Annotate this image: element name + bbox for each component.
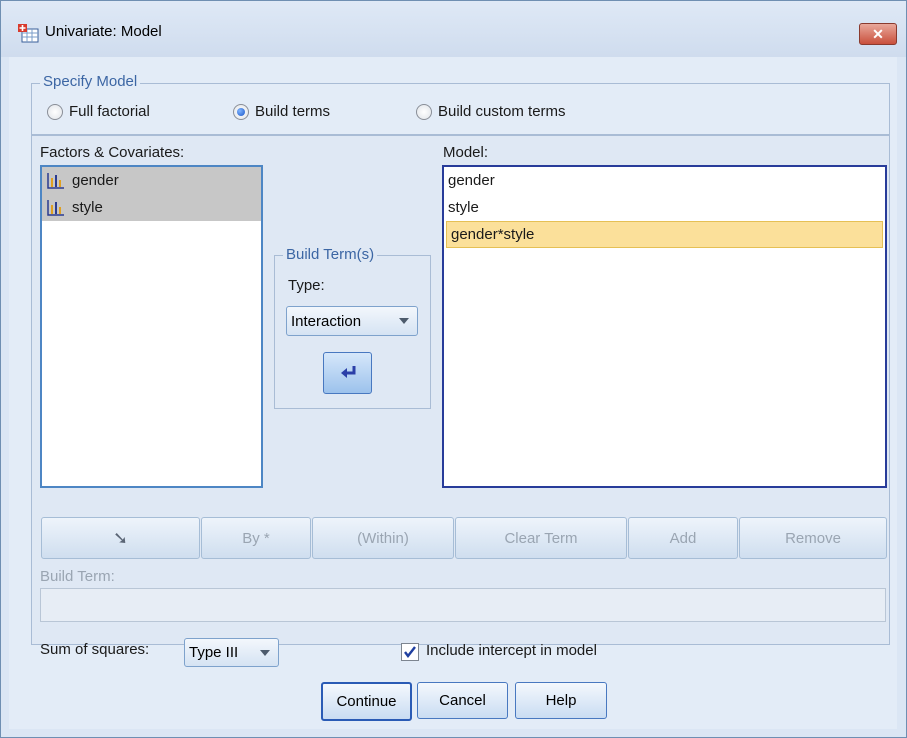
- build-term-label: Build Term:: [40, 568, 115, 585]
- include-intercept-label: Include intercept in model: [426, 642, 597, 659]
- radio-build-custom-terms-indicator: [416, 103, 432, 120]
- add-to-model-button[interactable]: [323, 352, 372, 394]
- factor-item-label: style: [72, 199, 103, 216]
- remove-button[interactable]: Remove: [739, 517, 887, 559]
- factors-list[interactable]: gender style: [40, 165, 263, 488]
- nominal-variable-icon: [47, 199, 64, 216]
- model-item-label: style: [448, 199, 479, 216]
- by-button[interactable]: By *: [201, 517, 311, 559]
- include-intercept-checkbox[interactable]: [401, 643, 419, 661]
- sum-of-squares-label: Sum of squares:: [40, 641, 150, 658]
- within-button[interactable]: (Within): [312, 517, 454, 559]
- list-item[interactable]: gender*style: [446, 221, 883, 248]
- radio-full-factorial[interactable]: Full factorial: [47, 103, 150, 120]
- checkmark-icon: [404, 646, 416, 658]
- model-list[interactable]: gender style gender*style: [442, 165, 887, 488]
- add-button-label: Add: [669, 529, 697, 547]
- type-dropdown[interactable]: Interaction: [286, 306, 418, 336]
- type-dropdown-value: Interaction: [291, 312, 362, 330]
- radio-build-custom-terms[interactable]: Build custom terms: [416, 103, 566, 120]
- factor-item-label: gender: [72, 172, 119, 189]
- arrow-curve-left-icon: [340, 366, 355, 378]
- radio-build-custom-terms-label: Build custom terms: [438, 103, 566, 120]
- radio-full-factorial-indicator: [47, 103, 63, 120]
- sum-of-squares-value: Type III: [189, 644, 239, 661]
- continue-button-label: Continue: [336, 693, 397, 710]
- build-term-field[interactable]: [40, 588, 886, 622]
- sum-of-squares-dropdown[interactable]: Type III: [184, 638, 279, 667]
- clear-term-button[interactable]: Clear Term: [455, 517, 627, 559]
- specify-model-label: Specify Model: [40, 73, 141, 90]
- app-icon: [18, 24, 39, 43]
- radio-full-factorial-label: Full factorial: [69, 103, 150, 120]
- help-button[interactable]: Help: [515, 682, 607, 719]
- dialog-body: Specify Model Full factorial Build terms…: [9, 57, 897, 729]
- title-bar: Univariate: Model ✕: [1, 1, 906, 57]
- chevron-down-icon: [399, 318, 409, 324]
- model-label: Model:: [443, 144, 489, 161]
- continue-button[interactable]: Continue: [321, 682, 412, 721]
- close-icon: ✕: [872, 26, 884, 42]
- within-button-label: (Within): [357, 529, 409, 547]
- nominal-variable-icon: [47, 172, 64, 189]
- dialog-window: Univariate: Model ✕ Specify Model Full f…: [0, 0, 907, 738]
- list-item[interactable]: gender: [42, 167, 261, 194]
- remove-button-label: Remove: [785, 529, 841, 547]
- chevron-down-icon: [260, 649, 270, 656]
- cancel-button-label: Cancel: [439, 692, 486, 709]
- radio-build-terms-indicator: [233, 103, 249, 120]
- arrow-down-icon: ➘: [112, 527, 129, 548]
- model-item-label: gender: [448, 172, 495, 189]
- list-item[interactable]: style: [444, 194, 885, 221]
- close-button[interactable]: ✕: [859, 23, 897, 45]
- build-terms-label: Build Term(s): [283, 246, 378, 263]
- type-label: Type:: [288, 277, 325, 294]
- cancel-button[interactable]: Cancel: [417, 682, 508, 719]
- model-item-label: gender*style: [451, 226, 535, 243]
- clear-term-button-label: Clear Term: [504, 529, 578, 547]
- factors-label: Factors & Covariates:: [40, 144, 185, 161]
- move-down-button[interactable]: ➘: [41, 517, 200, 559]
- list-item[interactable]: gender: [444, 167, 885, 194]
- window-title: Univariate: Model: [45, 23, 162, 40]
- by-button-label: By *: [242, 529, 270, 547]
- add-button[interactable]: Add: [628, 517, 738, 559]
- help-button-label: Help: [545, 692, 577, 709]
- radio-build-terms[interactable]: Build terms: [233, 103, 330, 120]
- list-item[interactable]: style: [42, 194, 261, 221]
- radio-build-terms-label: Build terms: [255, 103, 331, 120]
